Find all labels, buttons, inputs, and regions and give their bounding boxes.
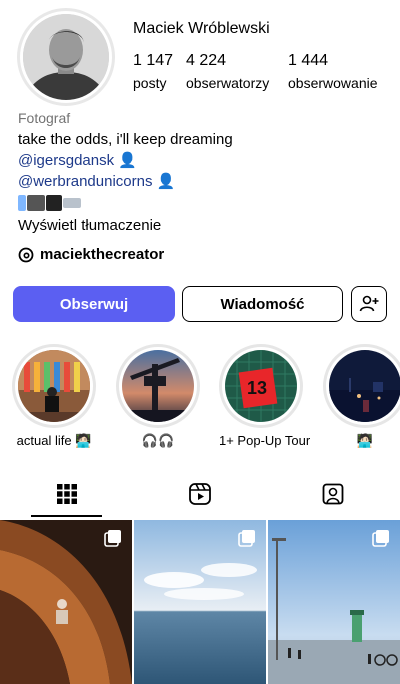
following-stat[interactable]: 1 444 obserwowanie — [288, 52, 378, 91]
avatar — [23, 14, 109, 100]
bio-text: take the odds, i'll keep dreaming — [18, 131, 233, 148]
highlight-label: 1+ Pop-Up Tour — [219, 433, 311, 448]
grid-icon — [56, 484, 77, 504]
person-icon: 👤 — [118, 152, 137, 169]
followers-stat[interactable]: 4 224 obserwatorzy — [186, 52, 269, 91]
highlight-ring — [116, 344, 200, 428]
posts-count: 1 147 — [133, 52, 174, 69]
following-count: 1 444 — [288, 52, 329, 69]
tagged-icon — [322, 483, 343, 505]
highlight-ring — [323, 344, 400, 428]
add-person-button[interactable] — [351, 286, 387, 322]
carousel-icon — [238, 530, 255, 547]
bio-category: Fotograf — [18, 110, 71, 126]
threads-link[interactable]: maciekthecreator — [18, 246, 164, 263]
highlight-ring: 13 — [219, 344, 303, 428]
bio-emoji-row — [18, 192, 233, 213]
reels-icon — [188, 483, 211, 505]
translate-link[interactable]: Wyświetl tłumaczenie — [18, 215, 233, 236]
phone-icon — [18, 194, 26, 211]
highlight-item[interactable]: 🧑🏻‍💻 — [323, 344, 400, 449]
camera-icon — [27, 194, 45, 211]
highlight-image — [18, 350, 90, 422]
highlight-image — [329, 350, 400, 422]
bio: Fotograf take the odds, i'll keep dreami… — [18, 108, 233, 236]
follow-button[interactable]: Obserwuj — [13, 286, 175, 322]
highlight-item[interactable]: actual life 🧑🏻‍💻 — [12, 344, 96, 449]
bio-mention-row-2: @werbrandunicorns 👤 — [18, 171, 233, 192]
highlight-item[interactable]: 🎧🎧 — [116, 344, 200, 449]
active-tab-indicator — [31, 515, 102, 517]
tab-grid[interactable] — [0, 470, 133, 518]
drone-icon — [63, 197, 81, 208]
tab-reels[interactable] — [133, 470, 266, 518]
profile-name: Maciek Wróblewski — [133, 20, 270, 37]
profile-tabs — [0, 470, 400, 518]
carousel-icon — [372, 530, 389, 547]
clapper-icon — [46, 194, 62, 211]
threads-icon — [18, 247, 34, 262]
posts-stat[interactable]: 1 147 posty — [133, 52, 173, 91]
add-person-icon — [359, 295, 379, 312]
highlight-label: actual life 🧑🏻‍💻 — [16, 433, 92, 448]
mention-link[interactable]: @igersgdansk — [18, 152, 114, 169]
post-thumbnail[interactable] — [268, 520, 400, 684]
message-button[interactable]: Wiadomość — [182, 286, 343, 322]
highlight-ring — [12, 344, 96, 428]
followers-count: 4 224 — [186, 52, 227, 69]
followers-label: obserwatorzy — [186, 75, 270, 91]
post-thumbnail[interactable] — [134, 520, 266, 684]
post-thumbnail[interactable] — [0, 520, 132, 684]
svg-text:13: 13 — [247, 378, 267, 398]
tab-tagged[interactable] — [266, 470, 399, 518]
posts-label: posty — [133, 75, 167, 91]
person-icon: 👤 — [156, 173, 176, 190]
following-label: obserwowanie — [288, 75, 378, 91]
profile-avatar-ring[interactable] — [17, 8, 115, 106]
highlight-label: 🧑🏻‍💻 — [356, 433, 374, 448]
highlight-label: 🎧🎧 — [141, 433, 175, 448]
bio-mention-row-1: @igersgdansk 👤 — [18, 150, 233, 171]
carousel-icon — [104, 530, 121, 547]
threads-handle: maciekthecreator — [40, 246, 165, 263]
highlight-item[interactable]: 13 1+ Pop-Up Tour — [219, 344, 311, 448]
mention-link[interactable]: @werbrandunicorns — [18, 173, 152, 190]
highlight-image: 13 — [225, 350, 297, 422]
highlight-image — [122, 350, 194, 422]
